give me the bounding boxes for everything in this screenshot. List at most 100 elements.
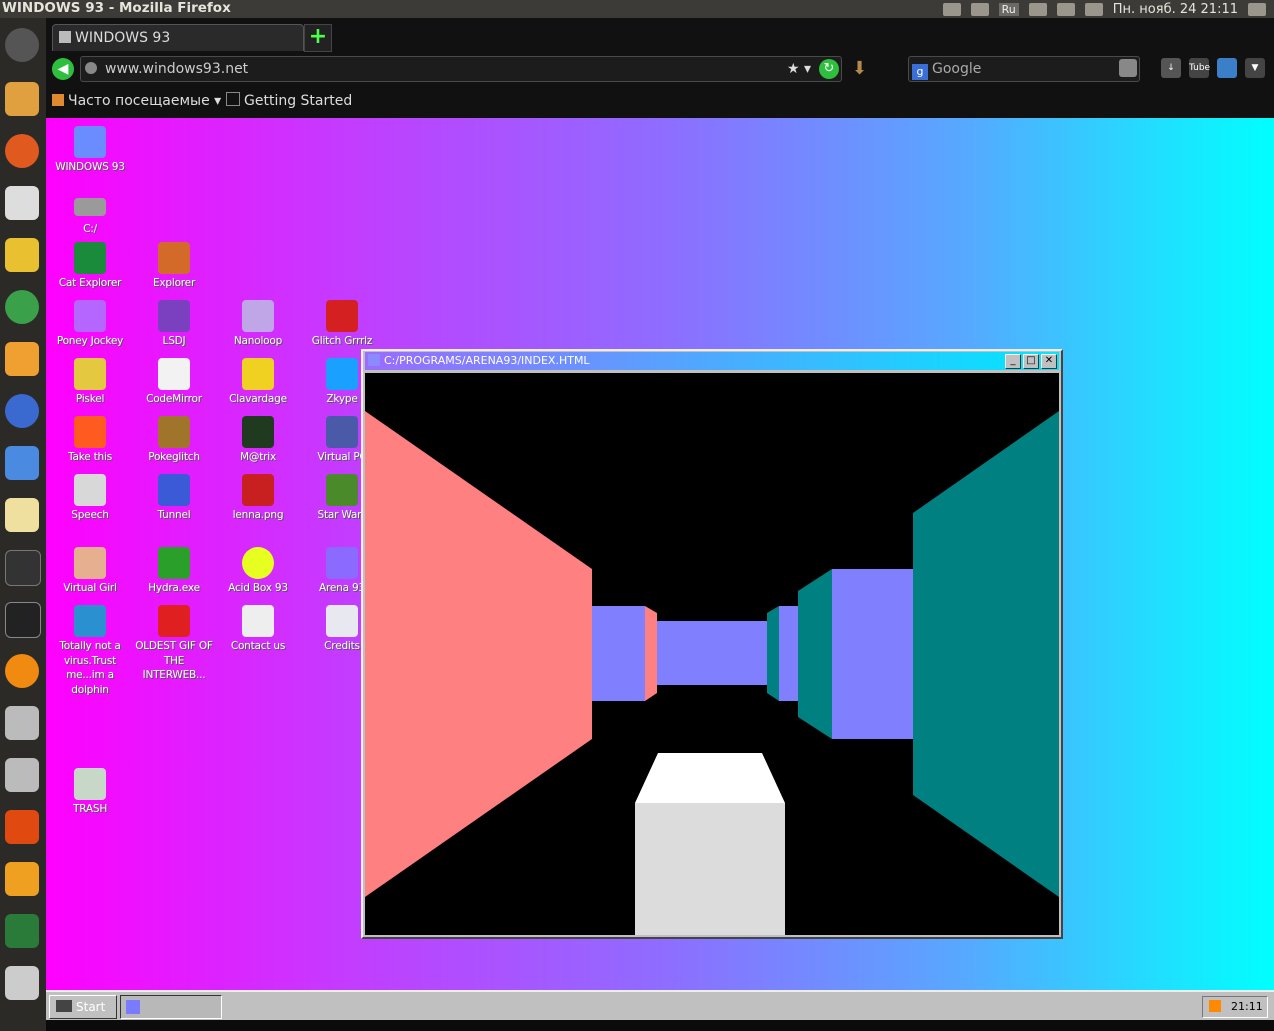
os-top-panel: WINDOWS 93 - Mozilla Firefox Ru Пн. нояб…	[0, 0, 1274, 18]
girl-face-icon	[74, 547, 106, 579]
launcher-ubuntuone-icon[interactable]	[2, 804, 42, 850]
pony-icon	[74, 300, 106, 332]
search-icon[interactable]	[1119, 59, 1137, 77]
virtual-pc-icon	[326, 416, 358, 448]
right-mid-wall	[798, 569, 832, 739]
desktop-icon-lenna[interactable]: lenna.png	[216, 474, 300, 523]
window-titlebar[interactable]: C:/PROGRAMS/ARENA93/INDEX.HTML _ □ ✕	[365, 352, 1059, 370]
launcher-search-icon[interactable]	[2, 76, 42, 122]
bookmark-most-visited[interactable]: Часто посещаемые ▾	[52, 86, 221, 116]
window-title-text: C:/PROGRAMS/ARENA93/INDEX.HTML	[384, 354, 590, 367]
firefox-toolbar: WINDOWS 93 + ◀ www.windows93.net ★ ▾ ↻ ⬇…	[46, 18, 1274, 118]
launcher-editor-icon[interactable]	[2, 492, 42, 538]
right-pillar	[767, 606, 779, 701]
launcher-speaker-icon[interactable]	[2, 700, 42, 746]
desktop-icon-explorer[interactable]: Explorer	[132, 242, 216, 291]
desktop-icon-poney-jockey[interactable]: Poney Jockey	[48, 300, 132, 349]
cube-icon	[326, 547, 358, 579]
rss-icon[interactable]	[1209, 1000, 1221, 1012]
launcher-dash-icon[interactable]	[2, 22, 42, 68]
desktop-icon-pokeglitch[interactable]: Pokeglitch	[132, 416, 216, 465]
desktop-icon-clavardage[interactable]: Clavardage	[216, 358, 300, 407]
credits-document-icon	[326, 605, 358, 637]
launcher-files-icon[interactable]	[2, 336, 42, 382]
session-icon[interactable]	[1248, 2, 1266, 16]
mail-icon[interactable]	[1056, 2, 1075, 16]
cat-globe-icon	[74, 242, 106, 274]
desktop-icon-dolphin[interactable]: Totally not a virus.Trust me...im a dolp…	[48, 605, 132, 697]
launcher-terminal-icon[interactable]	[2, 596, 42, 642]
desktop-icon-acid-box[interactable]: Acid Box 93	[216, 547, 300, 596]
palette-icon	[74, 358, 106, 390]
keyboard-language[interactable]: Ru	[998, 2, 1019, 16]
launcher-rss-icon[interactable]	[2, 856, 42, 902]
desktop-icon-trash[interactable]: TRASH	[48, 768, 132, 817]
desktop-icon-contact-us[interactable]: Contact us	[216, 605, 300, 654]
google-icon[interactable]: g	[912, 64, 928, 80]
launcher-cards-icon[interactable]	[2, 180, 42, 226]
launcher-workspace-icon[interactable]	[2, 544, 42, 590]
launcher-document-icon[interactable]	[2, 440, 42, 486]
launcher-games-icon[interactable]	[2, 232, 42, 278]
w93-taskbar: Start 21:11	[46, 990, 1274, 1022]
pokeglitch-icon	[158, 416, 190, 448]
desktop-icon-take-this[interactable]: Take this	[48, 416, 132, 465]
desktop-icon-matrix[interactable]: M@trix	[216, 416, 300, 465]
launcher-xchat-icon[interactable]	[2, 648, 42, 694]
globe-icon	[85, 62, 97, 74]
lips-icon	[326, 300, 358, 332]
menu-icon[interactable]	[970, 2, 989, 16]
bookmark-star-icon[interactable]: ★ ▾	[787, 57, 811, 81]
downloads-icon[interactable]: ⬇	[852, 58, 867, 79]
reload-icon[interactable]: ↻	[819, 59, 839, 79]
desktop-icon-hydra[interactable]: Hydra.exe	[132, 547, 216, 596]
window-icon-blue[interactable]	[1217, 58, 1237, 78]
desktop-icon-lsdj[interactable]: LSDJ	[132, 300, 216, 349]
network-icon[interactable]	[1028, 2, 1047, 16]
launcher-firefox-icon[interactable]	[2, 128, 42, 174]
url-bar[interactable]: www.windows93.net ★ ▾ ↻	[80, 56, 842, 82]
start-button[interactable]: Start	[49, 995, 117, 1019]
arena93-window[interactable]: C:/PROGRAMS/ARENA93/INDEX.HTML _ □ ✕	[361, 349, 1063, 939]
desktop-icon-glitch-grrrlz[interactable]: Glitch Grrrlz	[300, 300, 384, 349]
tab-favicon-icon	[59, 31, 71, 43]
maximize-button[interactable]: □	[1023, 354, 1039, 369]
new-tab-button[interactable]: +	[304, 24, 332, 52]
launcher-trash-icon[interactable]	[2, 960, 42, 1006]
desktop-icon-codemirror[interactable]: CodeMirror	[132, 358, 216, 407]
desktop-icon-oldest-gif[interactable]: OLDEST GIF OF THE INTERWEB...	[132, 605, 216, 683]
window-icon[interactable]	[942, 2, 961, 16]
desktop-icon-nanoloop[interactable]: Nanoloop	[216, 300, 300, 349]
bookmark-getting-started[interactable]: Getting Started	[226, 86, 352, 116]
launcher-globe-icon[interactable]	[2, 388, 42, 434]
left-pillar	[645, 606, 657, 701]
launcher-chrome-icon[interactable]	[2, 284, 42, 330]
yoda-icon	[326, 474, 358, 506]
tab-windows93[interactable]: WINDOWS 93	[52, 24, 304, 51]
desktop-icon-piskel[interactable]: Piskel	[48, 358, 132, 407]
page-icon	[226, 92, 240, 106]
search-box[interactable]: g Google	[908, 56, 1140, 82]
desktop-icon-speech[interactable]: Speech	[48, 474, 132, 523]
arena-3d-viewport[interactable]	[365, 373, 1059, 935]
close-button[interactable]: ✕	[1041, 354, 1057, 369]
desktop-icon-cat-explorer[interactable]: Cat Explorer	[48, 242, 132, 291]
launcher-speaker2-icon[interactable]	[2, 752, 42, 798]
launcher-monitor-icon[interactable]	[2, 908, 42, 954]
battery-icon[interactable]	[1084, 2, 1103, 16]
unity-launcher	[0, 18, 46, 1031]
taskbar-arena93-item[interactable]	[120, 995, 222, 1019]
desktop-icon-tunnel[interactable]: Tunnel	[132, 474, 216, 523]
gif-file-icon	[158, 605, 190, 637]
download-arrow-icon[interactable]: ↓	[1161, 58, 1181, 78]
menu-down-icon[interactable]: ▼	[1245, 58, 1265, 78]
desktop-icon-windows93[interactable]: WINDOWS 93	[48, 126, 132, 175]
acid-smiley-icon	[242, 547, 274, 579]
youtube-icon[interactable]: Tube	[1189, 58, 1210, 78]
desktop-icon-virtual-girl[interactable]: Virtual Girl	[48, 547, 132, 596]
desktop-icon-c-drive[interactable]: C:/	[48, 190, 132, 237]
back-button[interactable]: ◀	[52, 58, 74, 80]
minimize-button[interactable]: _	[1005, 354, 1021, 369]
bookmarks-bar: Часто посещаемые ▾ Getting Started	[46, 86, 1274, 116]
clock[interactable]: Пн. нояб. 24 21:11	[1113, 2, 1238, 17]
